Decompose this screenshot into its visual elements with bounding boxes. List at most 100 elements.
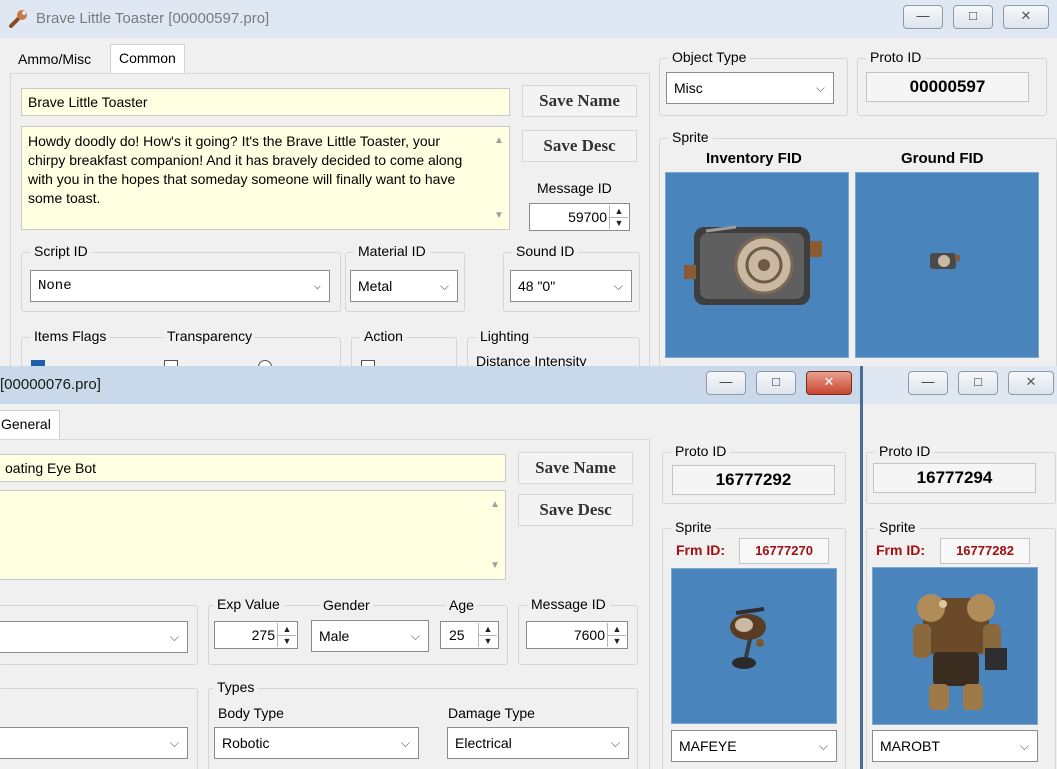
proto-id-value: 00000597	[866, 72, 1029, 102]
toaster-title: Brave Little Toaster [00000597.pro]	[36, 10, 270, 27]
body-type-label: Body Type	[218, 705, 284, 721]
chevron-down-icon: ⌵	[439, 279, 449, 293]
eyebot-maximize-button[interactable]: □	[756, 371, 796, 395]
spin-down-icon[interactable]: ▼	[610, 217, 628, 229]
robot-sprite-label: Sprite	[875, 519, 920, 535]
eyebot-image	[730, 607, 766, 669]
sound-id-select[interactable]: 48 "0" ⌵	[510, 270, 632, 302]
save-name-button[interactable]: Save Name	[522, 85, 637, 117]
chevron-down-icon: ⌵	[1019, 739, 1029, 753]
robot-frm-id-label: Frm ID:	[876, 542, 925, 558]
action-label: Action	[360, 328, 407, 344]
toaster-image	[684, 225, 822, 305]
scroll-down-icon[interactable]: ▼	[485, 556, 505, 575]
toaster-window: Brave Little Toaster [00000597.pro] — □ …	[0, 0, 1057, 368]
eyebot-save-name-button[interactable]: Save Name	[518, 452, 633, 484]
robot-sprite-name: MAROBT	[880, 738, 940, 754]
eyebot-sprite-select[interactable]: MAFEYE ⌵	[671, 730, 837, 762]
chevron-down-icon: ⌵	[410, 629, 420, 643]
toaster-ground-image	[930, 253, 960, 269]
eyebot-script-select[interactable]: ⌵	[0, 621, 188, 653]
ground-fid-label: Ground FID	[901, 150, 984, 167]
scroll-up-icon[interactable]: ▲	[485, 495, 505, 514]
chevron-down-icon: ⌵	[613, 279, 623, 293]
damage-type-select[interactable]: Electrical ⌵	[447, 727, 629, 759]
eyebot-sprite[interactable]	[671, 568, 837, 724]
spin-down-icon[interactable]: ▼	[278, 635, 296, 647]
material-id-select[interactable]: Metal ⌵	[350, 270, 458, 302]
robot-maximize-button[interactable]: □	[958, 371, 998, 395]
scroll-up-icon[interactable]: ▲	[489, 131, 509, 150]
robot-close-button[interactable]: ✕	[1008, 371, 1054, 395]
material-id-value: Metal	[358, 278, 393, 294]
eyebot-message-id-label: Message ID	[527, 596, 610, 612]
tab-ammo-misc[interactable]: Ammo/Misc	[10, 46, 99, 72]
toaster-maximize-button[interactable]: □	[953, 5, 993, 29]
chevron-down-icon: ⌵	[313, 279, 321, 293]
exp-value-label: Exp Value	[213, 596, 284, 612]
robot-frm-id-value: 16777282	[940, 538, 1030, 564]
name-input[interactable]: Brave Little Toaster	[21, 88, 510, 116]
object-type-select[interactable]: Misc ⌵	[666, 72, 834, 104]
spin-down-icon[interactable]: ▼	[479, 635, 497, 647]
eyebot-close-button[interactable]: ✕	[806, 371, 852, 395]
eyebot-message-id-value: 7600	[573, 627, 605, 643]
description-textarea[interactable]: Howdy doodly do! How's it going? It's th…	[21, 126, 510, 230]
eyebot-titlebar[interactable]: [00000076.pro] — □ ✕	[0, 366, 860, 404]
close-icon: ✕	[1025, 374, 1037, 389]
gender-select[interactable]: Male ⌵	[311, 620, 429, 652]
body-type-select[interactable]: Robotic ⌵	[214, 727, 419, 759]
maximize-icon: □	[974, 374, 982, 389]
eyebot-minimize-button[interactable]: —	[706, 371, 746, 395]
script-id-select[interactable]: None ⌵	[30, 270, 330, 302]
tab-general[interactable]: General	[0, 410, 60, 440]
robot-sprite-select[interactable]: MAROBT ⌵	[872, 730, 1038, 762]
eyebot-window: [00000076.pro] — □ ✕ General oating Eye …	[0, 366, 862, 769]
spin-down-icon[interactable]: ▼	[608, 635, 626, 647]
toaster-titlebar[interactable]: Brave Little Toaster [00000597.pro] — □ …	[0, 0, 1057, 38]
message-id-stepper[interactable]: 59700 ▲ ▼	[529, 203, 630, 231]
object-type-label: Object Type	[668, 49, 751, 65]
maximize-icon: □	[969, 8, 977, 23]
ground-sprite[interactable]	[855, 172, 1039, 358]
chevron-down-icon: ⌵	[400, 736, 410, 750]
message-id-value: 59700	[568, 209, 607, 225]
eyebot-description-textarea[interactable]: ▲ ▼	[0, 490, 506, 580]
description-scrollbar[interactable]: ▲ ▼	[489, 127, 509, 229]
eyebot-proto-id-label: Proto ID	[671, 443, 731, 459]
robot-minimize-button[interactable]: —	[908, 371, 948, 395]
age-stepper[interactable]: 25 ▲ ▼	[440, 621, 499, 649]
save-desc-button[interactable]: Save Desc	[522, 130, 637, 162]
eyebot-name-input[interactable]: oating Eye Bot	[0, 454, 506, 482]
eyebot-lower-select[interactable]: ⌵	[0, 727, 188, 759]
scroll-down-icon[interactable]: ▼	[489, 206, 509, 225]
tab-common[interactable]: Common	[110, 44, 185, 74]
material-id-label: Material ID	[354, 243, 430, 259]
inventory-sprite[interactable]	[665, 172, 849, 358]
toaster-minimize-button[interactable]: —	[903, 5, 943, 29]
eyebot-sprite-label: Sprite	[671, 519, 716, 535]
eyebot-proto-id-value: 16777292	[672, 465, 835, 495]
sound-id-value: 48 "0"	[518, 278, 556, 294]
chevron-down-icon: ⌵	[815, 81, 825, 95]
chevron-down-icon: ⌵	[610, 736, 620, 750]
eyebot-description-scrollbar[interactable]: ▲ ▼	[485, 491, 505, 579]
script-id-value: None	[38, 278, 72, 294]
eyebot-message-id-stepper[interactable]: 7600 ▲ ▼	[526, 621, 628, 649]
robot-window: — □ ✕ Proto ID 16777294 Sprite Frm ID: 1…	[862, 366, 1057, 769]
chevron-down-icon: ⌵	[818, 739, 828, 753]
minimize-icon: —	[916, 8, 930, 23]
toaster-close-button[interactable]: ✕	[1003, 5, 1049, 29]
exp-value-stepper[interactable]: 275 ▲ ▼	[214, 621, 298, 649]
maximize-icon: □	[772, 374, 780, 389]
body-type-value: Robotic	[222, 735, 270, 751]
robot-titlebar[interactable]: — □ ✕	[863, 366, 1057, 404]
inventory-fid-label: Inventory FID	[706, 150, 802, 167]
robot-proto-id-label: Proto ID	[875, 443, 935, 459]
age-label: Age	[446, 597, 477, 613]
robot-sprite[interactable]	[872, 567, 1038, 725]
eyebot-save-desc-button[interactable]: Save Desc	[518, 494, 633, 526]
robot-proto-id-value: 16777294	[873, 463, 1036, 493]
eyebot-sprite-name: MAFEYE	[679, 738, 737, 754]
age-value: 25	[449, 627, 465, 643]
